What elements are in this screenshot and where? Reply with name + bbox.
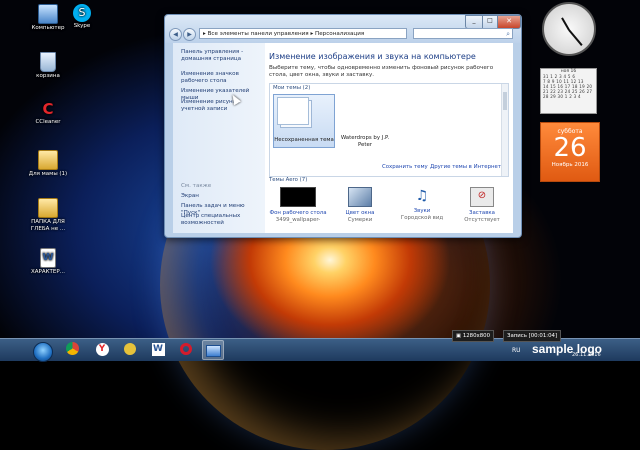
desktop-background-item[interactable]: Фон рабочего стола 3499_wallpaper-	[267, 187, 329, 224]
word-icon: W	[151, 343, 165, 356]
desktop-icon-folder-mom[interactable]: Для мамы (1)	[26, 150, 70, 178]
theme-caption: Несохраненная тема	[274, 137, 334, 143]
item-value: Городской вид	[400, 215, 444, 221]
item-value: Отсутствует	[464, 217, 500, 223]
day-calendar-gadget[interactable]: суббота 26 Ноябрь 2016	[540, 122, 600, 182]
personalization-window: _ □ ✕ ◀ ▶ ▸ Все элементы панели управлен…	[164, 14, 522, 238]
search-icon: ⌕	[506, 30, 510, 38]
forward-button[interactable]: ▶	[183, 28, 196, 41]
theme-thumbnail	[277, 97, 309, 125]
desktop-icon-label: Skype	[73, 23, 91, 29]
desktop-icon-label: корзина	[36, 73, 60, 79]
skype-icon: S	[73, 4, 91, 22]
back-button[interactable]: ◀	[169, 28, 182, 41]
desktop-icon-word-doc[interactable]: W ХАРАКТЕР...	[26, 248, 70, 276]
month-year: Ноябрь 2016	[551, 162, 589, 168]
my-themes-label: Мои темы (2)	[273, 85, 311, 91]
themes-list: Мои темы (2) Несохраненная тема Waterdro…	[269, 83, 509, 177]
taskbar-yandex[interactable]: Y	[92, 340, 112, 358]
search-input[interactable]: ⌕	[413, 28, 513, 39]
taskbar-chrome[interactable]	[62, 340, 82, 358]
desktop-icon-folder-gleb[interactable]: ПАПКА ДЛЯ ГЛЕБА не ...	[26, 198, 70, 233]
window-color-item[interactable]: Цвет окна Сумерки	[329, 187, 391, 224]
item-title: Фон рабочего стола	[269, 210, 327, 216]
online-themes-link[interactable]: Другие темы в Интернете	[430, 164, 504, 170]
screensaver-icon: ⊘	[470, 187, 494, 207]
sounds-icon: ♫	[415, 188, 429, 204]
scrollbar-thumb[interactable]	[503, 92, 507, 110]
recording-text: Запись [00:01:04]	[507, 333, 558, 339]
yandex-icon: Y	[95, 343, 109, 356]
clock-hour-hand	[561, 17, 570, 31]
window-color-icon	[348, 187, 372, 207]
folder-icon	[38, 198, 58, 218]
calendar-grid-row: 28 29 30 1 2 3 4	[543, 94, 581, 99]
calendar-gadget[interactable]: ноя 16 31 1 2 3 4 5 6 7 8 9 10 11 12 13 …	[540, 68, 597, 114]
control-panel-icon	[205, 345, 221, 357]
desktop-icon-label: CCleaner	[35, 119, 61, 125]
theme-waterdrops[interactable]: Waterdrops by J.P. Peter	[340, 135, 390, 148]
clock-gadget[interactable]	[542, 2, 596, 56]
save-theme-link[interactable]: Сохранить тему	[382, 164, 428, 170]
item-value: Сумерки	[347, 217, 373, 223]
see-also-display[interactable]: Экран	[181, 193, 261, 200]
taskbar-word[interactable]: W	[148, 340, 168, 358]
item-title: Цвет окна	[345, 210, 375, 216]
sounds-item[interactable]: ♫ Звуки Городской вид	[391, 187, 453, 222]
item-value: 3499_wallpaper-	[275, 217, 321, 223]
word-document-icon: W	[40, 248, 56, 268]
resolution-text: 1280x800	[462, 333, 491, 339]
day-number: 26	[553, 133, 587, 163]
close-button[interactable]: ✕	[497, 15, 521, 29]
opera-icon	[180, 343, 192, 355]
computer-icon	[38, 4, 58, 24]
desktop-icon-skype[interactable]: S Skype	[60, 4, 104, 30]
gadget-icon	[124, 343, 136, 355]
minimize-button[interactable]: _	[465, 15, 483, 29]
address-bar[interactable]: ▸ Все элементы панели управления ▸ Персо…	[199, 28, 407, 39]
maximize-button[interactable]: □	[482, 15, 498, 29]
theme-unsaved[interactable]: Несохраненная тема	[273, 94, 335, 148]
main-pane: Изменение изображения и звука на компьют…	[265, 43, 513, 233]
chrome-icon	[65, 342, 79, 355]
item-title: Звуки	[413, 208, 431, 214]
sidebar-home-link[interactable]: Панель управления - домашняя страница	[181, 49, 261, 62]
see-also-header: См. также	[181, 183, 212, 189]
page-title: Изменение изображения и звука на компьют…	[269, 52, 476, 61]
sidebar-link-account-picture[interactable]: Изменение рисунка учетной записи	[181, 99, 261, 112]
page-description: Выберите тему, чтобы одновременно измени…	[269, 65, 494, 78]
sidebar-link-desktop-icons[interactable]: Изменение значков рабочего стола	[181, 71, 261, 84]
screensaver-item[interactable]: ⊘ Заставка Отсутствует	[451, 187, 513, 224]
folder-icon	[38, 150, 58, 170]
desktop-icon-label: Для мамы (1)	[28, 171, 68, 177]
taskbar-opera[interactable]	[176, 340, 196, 358]
themes-scrollbar[interactable]	[501, 84, 508, 176]
desktop-icon-label: ПАПКА ДЛЯ ГЛЕБА не ...	[30, 219, 66, 232]
taskbar-control-panel[interactable]	[202, 340, 224, 360]
desktop-icon-recycle-bin[interactable]: корзина	[26, 52, 70, 80]
desktop-icon-label: ХАРАКТЕР...	[31, 269, 65, 275]
see-also-accessibility[interactable]: Центр специальных возможностей	[181, 213, 261, 226]
recorder-resolution: ▣ 1280x800	[452, 330, 495, 342]
language-indicator[interactable]: RU	[512, 347, 521, 354]
taskbar-date[interactable]: 26.11.2016	[572, 352, 601, 358]
desktop-icon-ccleaner[interactable]: C CCleaner	[26, 100, 70, 126]
wallpaper-icon	[280, 187, 316, 207]
clock-minute-hand	[568, 29, 583, 46]
aero-themes-label: Темы Aero (7)	[269, 177, 308, 183]
recycle-bin-icon	[40, 52, 56, 72]
item-title: Заставка	[469, 210, 495, 216]
sidebar: Панель управления - домашняя страница Из…	[173, 43, 265, 233]
recorder-status[interactable]: Запись [00:01:04]	[503, 330, 562, 342]
ccleaner-icon: C	[42, 100, 54, 118]
taskbar-gadget-app[interactable]	[120, 340, 140, 358]
camera-icon: ▣	[456, 333, 462, 339]
start-button[interactable]	[33, 342, 53, 362]
